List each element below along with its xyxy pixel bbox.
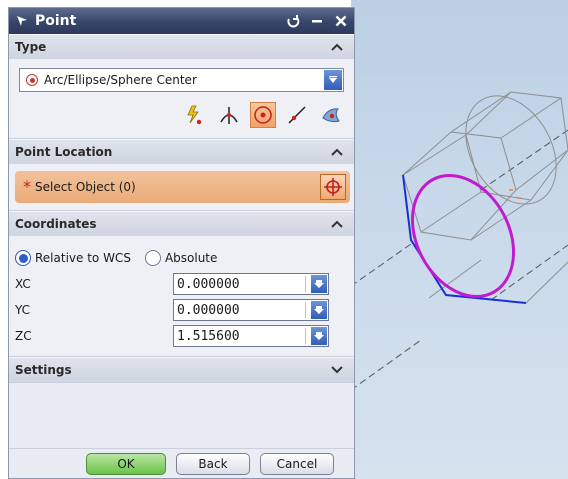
point-location-header[interactable]: Point Location (9, 139, 354, 164)
dialog-button-bar: OK Back Cancel (9, 448, 354, 478)
section-title: Coordinates (15, 217, 97, 231)
settings-header[interactable]: Settings (9, 357, 354, 382)
section-title: Point Location (15, 145, 113, 159)
xc-value: 0.000000 (177, 276, 240, 292)
inferred-point-icon[interactable] (182, 102, 208, 128)
xc-input[interactable]: 0.000000 (173, 273, 329, 295)
point-dialog: Point Type Arc/Ellipse/Sphere Center Poi… (8, 7, 355, 479)
radio-selected-icon (15, 250, 31, 266)
cancel-button[interactable]: Cancel (260, 452, 334, 475)
yc-value: 0.000000 (177, 302, 240, 318)
zc-row: ZC 1.515600 (15, 324, 344, 348)
type-select-value: Arc/Ellipse/Sphere Center (44, 73, 197, 87)
dialog-title: Point (35, 13, 77, 29)
datum-line (351, 339, 422, 391)
xc-row: XC 0.000000 (15, 272, 344, 296)
point-type-toolbar (19, 92, 344, 132)
minimize-icon[interactable] (306, 10, 328, 32)
radio-unselected-icon (144, 250, 161, 266)
xc-label: XC (15, 277, 31, 291)
absolute-label: Absolute (164, 251, 218, 265)
relative-to-wcs-radio[interactable]: Relative to WCS (15, 250, 131, 266)
dialog-title-bar[interactable]: Point (9, 8, 354, 34)
section-title: Settings (15, 363, 72, 377)
chevron-up-icon[interactable] (328, 215, 346, 233)
back-button[interactable]: Back (176, 452, 250, 475)
point-on-curve-icon[interactable] (284, 102, 310, 128)
xc-options-icon[interactable] (311, 275, 327, 293)
datum-line (351, 243, 412, 287)
zc-options-icon[interactable] (311, 327, 327, 345)
select-object-field[interactable]: * Select Object (0) (15, 171, 350, 203)
arc-center-small-icon (26, 74, 38, 86)
point-constructor-icon[interactable] (320, 174, 346, 200)
type-section-header[interactable]: Type (9, 34, 354, 59)
point-on-surface-icon[interactable] (318, 102, 344, 128)
graphics-viewport[interactable] (351, 0, 568, 479)
ok-button[interactable]: OK (86, 452, 166, 475)
zc-input[interactable]: 1.515600 (173, 325, 329, 347)
relative-label: Relative to WCS (35, 251, 131, 265)
select-object-label: Select Object (0) (35, 180, 136, 194)
zc-value: 1.515600 (177, 328, 240, 344)
coordinates-section: Coordinates Relative to WCS Absolute XC … (9, 211, 354, 357)
required-marker: * (23, 177, 31, 196)
reference-radio-group: Relative to WCS Absolute (15, 242, 344, 272)
intersection-point-icon[interactable] (216, 102, 242, 128)
point-location-section: Point Location * Select Object (0) (9, 139, 354, 211)
yc-row: YC 0.000000 (15, 298, 344, 322)
absolute-radio[interactable]: Absolute (144, 250, 218, 266)
settings-section: Settings (9, 357, 354, 383)
chevron-up-icon[interactable] (328, 38, 346, 56)
type-select[interactable]: Arc/Ellipse/Sphere Center (19, 68, 344, 92)
arc-center-icon[interactable] (250, 102, 276, 128)
coordinates-header[interactable]: Coordinates (9, 211, 354, 236)
zc-label: ZC (15, 329, 32, 343)
point-dialog-icon (15, 14, 29, 28)
yc-options-icon[interactable] (311, 301, 327, 319)
yc-label: YC (15, 303, 31, 317)
datum-line (490, 244, 568, 301)
type-section: Type Arc/Ellipse/Sphere Center (9, 34, 354, 139)
chevron-down-icon[interactable] (324, 70, 342, 90)
chevron-down-icon[interactable] (328, 361, 346, 379)
chevron-up-icon[interactable] (328, 143, 346, 161)
close-icon[interactable] (330, 10, 352, 32)
section-title: Type (15, 40, 47, 54)
yc-input[interactable]: 0.000000 (173, 299, 329, 321)
reset-icon[interactable] (282, 10, 304, 32)
arc-ellipse-curve[interactable] (392, 158, 533, 314)
model-view (351, 91, 568, 391)
